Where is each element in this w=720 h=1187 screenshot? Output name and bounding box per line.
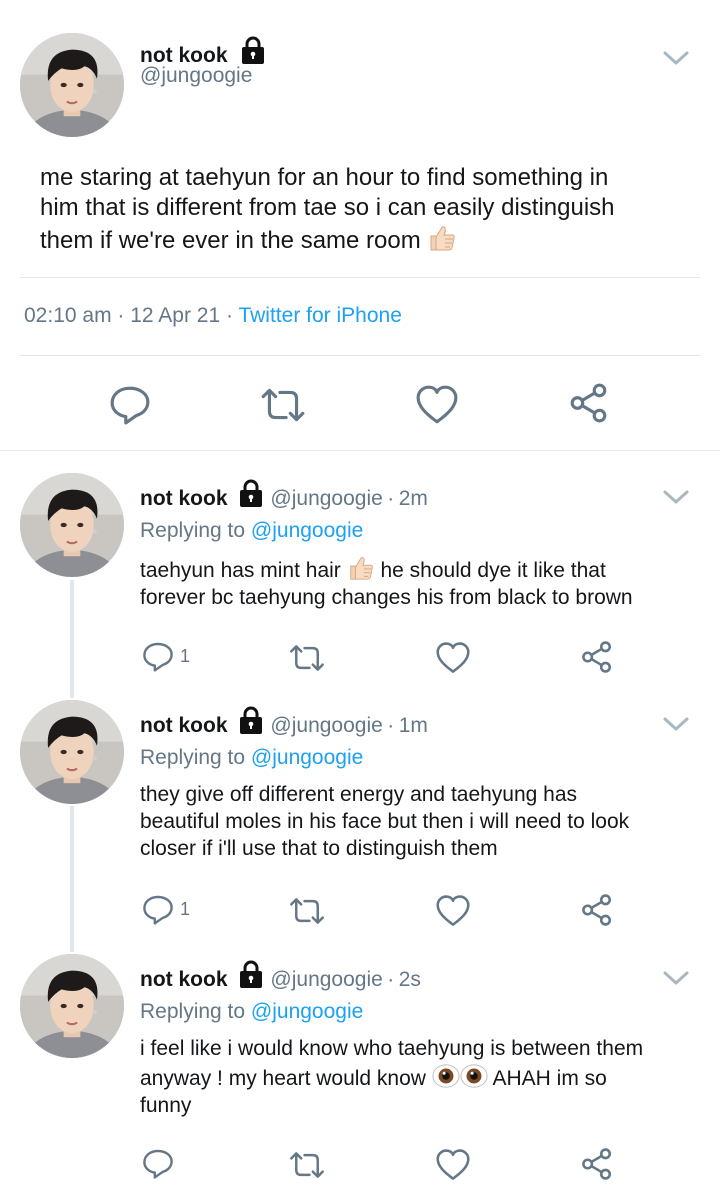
date: 12 Apr 21 [130, 304, 221, 327]
reply-count: 1 [180, 898, 191, 919]
eyes-emoji [432, 1062, 460, 1090]
display-name[interactable]: not kook [140, 714, 228, 737]
thread-line [70, 806, 74, 952]
reply-icon [142, 1147, 174, 1179]
source-link[interactable]: Twitter for iPhone [238, 304, 401, 327]
chevron-down-icon[interactable] [662, 715, 690, 733]
tweet-meta: 02:10 am · 12 Apr 21 · Twitter for iPhon… [24, 304, 402, 327]
handle[interactable]: @jungoogie [270, 714, 382, 737]
chevron-down-icon[interactable] [662, 969, 690, 987]
display-name[interactable]: not kook [140, 487, 228, 510]
eyes-emoji [460, 1062, 488, 1090]
lock-icon [236, 478, 266, 508]
replying-to: Replying to @jungoogie [140, 1000, 364, 1023]
mention-link[interactable]: @jungoogie [251, 1000, 363, 1023]
handle[interactable]: @jungoogie [270, 487, 382, 510]
divider [20, 355, 700, 356]
tweet-text: me staring at taehyun for an hour to fin… [40, 164, 615, 254]
like-icon[interactable] [435, 1148, 471, 1182]
avatar[interactable] [20, 33, 124, 137]
retweet-icon[interactable] [288, 894, 326, 928]
share-icon[interactable] [568, 382, 610, 424]
mention-link[interactable]: @jungoogie [251, 746, 363, 769]
reply-header: not kook @jungoogie · 1m [140, 705, 428, 738]
avatar[interactable] [20, 954, 124, 1058]
timestamp: 2s [398, 968, 421, 991]
reply-text: taehyun has mint hair he should dye it l… [140, 554, 715, 611]
reply-button[interactable]: 1 [142, 640, 190, 672]
reply-icon[interactable] [109, 383, 151, 425]
share-icon[interactable] [580, 640, 614, 674]
reply-button[interactable]: 1 [142, 893, 190, 925]
replying-to: Replying to @jungoogie [140, 746, 364, 769]
reply-text: they give off different energy and taehy… [140, 783, 630, 860]
retweet-icon[interactable] [259, 384, 307, 426]
thumbs-up-emoji [427, 223, 457, 253]
like-icon[interactable] [435, 641, 471, 675]
retweet-icon[interactable] [288, 1148, 326, 1182]
divider [20, 277, 700, 278]
reply-text: i feel like i would know who taehyung is… [140, 1037, 644, 1117]
lock-icon [238, 35, 268, 65]
timestamp: 2m [398, 487, 428, 510]
thumbs-up-emoji [347, 554, 375, 582]
display-name[interactable]: not kook [140, 968, 228, 991]
lock-icon [236, 705, 266, 735]
chevron-down-icon[interactable] [662, 488, 690, 506]
share-icon[interactable] [580, 893, 614, 927]
reply-icon [142, 893, 174, 925]
reply-header: not kook @jungoogie · 2m [140, 478, 428, 511]
handle[interactable]: @jungoogie [270, 968, 382, 991]
timestamp: 1m [398, 714, 428, 737]
thread-line [70, 580, 74, 698]
section-divider [0, 450, 720, 451]
mention-link[interactable]: @jungoogie [251, 519, 363, 542]
avatar[interactable] [20, 473, 124, 577]
reply-count: 1 [180, 645, 191, 666]
avatar[interactable] [20, 700, 124, 804]
handle[interactable]: @jungoogie [140, 64, 252, 88]
lock-icon [236, 959, 266, 989]
retweet-icon[interactable] [288, 641, 326, 675]
reply-button[interactable] [142, 1147, 180, 1179]
timestamp: 02:10 am [24, 304, 112, 327]
replying-to: Replying to @jungoogie [140, 519, 364, 542]
chevron-down-icon[interactable] [662, 49, 690, 67]
share-icon[interactable] [580, 1147, 614, 1181]
like-icon[interactable] [415, 384, 459, 426]
reply-header: not kook @jungoogie · 2s [140, 959, 421, 992]
like-icon[interactable] [435, 894, 471, 928]
reply-icon [142, 640, 174, 672]
